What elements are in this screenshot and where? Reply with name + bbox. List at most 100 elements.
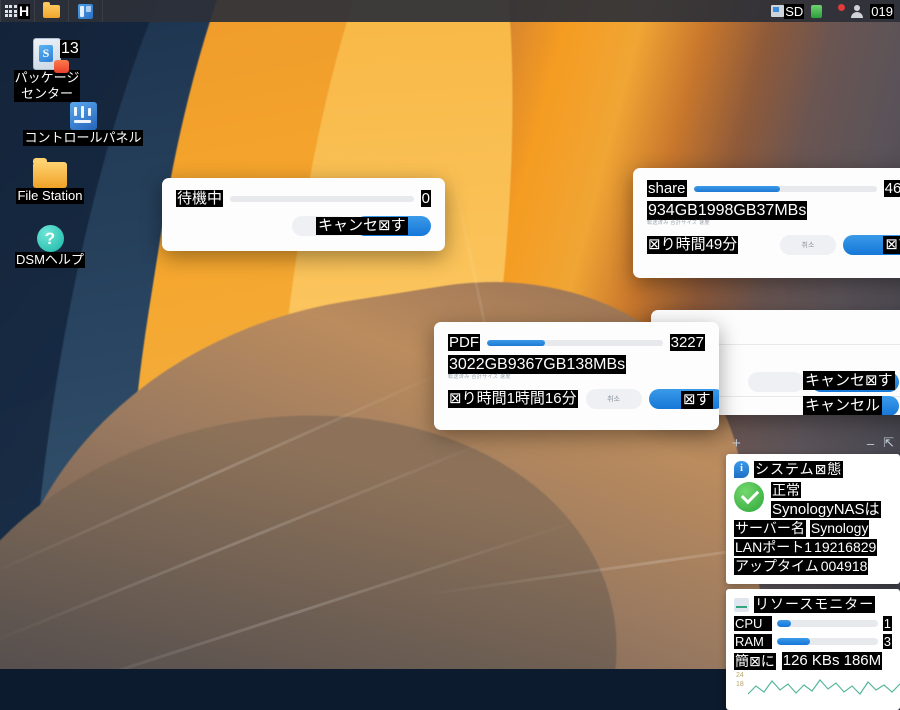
pdf-primary-label: ⊠す [681, 391, 713, 409]
folder-icon [33, 158, 67, 188]
system-health-widget[interactable]: i システム⊠態 正常 SynologyNASは サーバー名 Synology L… [726, 454, 900, 584]
main-menu-button[interactable]: H [0, 0, 35, 22]
uptime-value: 004918 [819, 558, 869, 575]
widget-panel-header: + – ⇱ [726, 432, 900, 454]
desktop-icon-package-center[interactable]: S 13 パッケージ センター [0, 38, 112, 102]
user-count-label: 019 [870, 3, 894, 19]
minimize-icon[interactable]: – [867, 436, 874, 451]
share-progress-bar [693, 185, 877, 192]
check-circle-icon [734, 482, 764, 512]
package-update-badge [54, 60, 69, 73]
pdf-progress-bar [487, 339, 663, 346]
ram-usage-bar [777, 638, 878, 645]
taskbar-menu-letter: H [17, 2, 31, 19]
taskbar-control-panel-button[interactable] [69, 0, 103, 22]
waiting-progress-bar [230, 195, 414, 202]
background-cancel-ghost-button[interactable] [748, 372, 804, 392]
network-row: 簡⊠に 126 KBs 186M [734, 652, 892, 670]
uptime-label: アップタイム [734, 558, 820, 575]
pdf-transfer-dialog[interactable]: PDF 3227 3022GB9367GB138MBs 転送済み 合計サイズ 速… [434, 322, 719, 430]
share-dialog-body: share 4677 934GB1998GB37MBs 転送済み 合計サイズ 速… [633, 168, 900, 265]
resource-monitor-widget[interactable]: リソースモニター CPU 1 RAM 3 簡⊠に 126 KBs 186M 24… [726, 589, 900, 710]
control-panel-icon [69, 102, 97, 130]
waiting-dialog-title: 待機中 [176, 190, 224, 207]
ram-label: RAM [734, 634, 772, 649]
share-remaining-time: ⊠り時間49分 [647, 236, 739, 254]
plus-icon[interactable]: + [732, 436, 741, 451]
system-health-status: 正常 [771, 482, 801, 498]
desktop-icon-label: パッケージ センター [13, 70, 81, 102]
network-sparkline-chart: 24 18 [734, 672, 900, 702]
pdf-button-row: ⊠り時間1時間16分 취소 ⊠す [448, 389, 719, 409]
pdf-cancel-button[interactable]: 취소 [585, 389, 642, 409]
desktop-icon-dsm-help[interactable]: ? DSMヘルプ [0, 225, 115, 268]
waiting-progress-value: 0 [420, 190, 431, 207]
lan-port-value: 19216829 [813, 539, 878, 556]
waiting-dialog[interactable]: 待機中 0 キャンセ⊠す [162, 178, 445, 251]
pdf-progress-value: 3227 [669, 334, 705, 351]
waiting-buttons: キャンセ⊠す [292, 216, 431, 236]
pdf-buttons: 취소 ⊠す [585, 389, 719, 409]
system-health-status-row: 正常 SynologyNASは [734, 482, 892, 519]
network-value: 126 KBs 186M [781, 652, 883, 670]
pdf-stats-wrap: 3022GB9367GB138MBs 転送済み 合計サイズ 速度 [448, 351, 705, 380]
folder-icon [43, 1, 60, 18]
cpu-value: 1 [882, 616, 892, 631]
grid-menu-icon [4, 5, 17, 17]
desktop-icon-label: コントロールパネル [23, 130, 143, 146]
pdf-remaining-time: ⊠り時間1時間16分 [448, 390, 578, 408]
waiting-progress-row: 待機中 0 [176, 190, 431, 207]
cpu-usage-bar [777, 620, 878, 627]
server-name-value: Synology [809, 520, 870, 537]
desktop-icon-control-panel[interactable]: コントロールパネル [18, 102, 148, 146]
desktop-icon-label: File Station [16, 188, 84, 204]
system-health-title: システム⊠態 [754, 461, 844, 478]
share-stats-sublabels: 転送済み 合計サイズ 速度 [647, 220, 710, 226]
sd-card-status[interactable]: SD [771, 3, 805, 19]
share-cancel-button[interactable]: 취소 [780, 235, 836, 255]
desktop-icon-label: DSMヘルプ [15, 252, 85, 268]
pin-icon[interactable]: ⇱ [883, 435, 894, 451]
pdf-progress-row: PDF 3227 [448, 334, 705, 351]
sparkline-svg [748, 679, 900, 695]
cpu-label: CPU [734, 616, 772, 631]
lan-port-label: LANポート1 [734, 539, 814, 556]
share-progress-fill [693, 185, 780, 192]
system-health-texts: 正常 SynologyNASは [771, 482, 881, 519]
pdf-stats-sublabels: 転送済み 合計サイズ 速度 [448, 374, 511, 380]
notification-bell-button[interactable] [829, 4, 846, 18]
package-badge-count: 13 [60, 40, 80, 58]
taskbar-file-station-button[interactable] [35, 0, 69, 22]
system-health-title-row: i システム⊠態 [734, 461, 892, 478]
resource-monitor-title-row: リソースモニター [734, 596, 892, 613]
waiting-button-row: キャンセ⊠す [176, 216, 431, 236]
signal-icon[interactable] [811, 4, 823, 18]
ram-value: 3 [882, 634, 892, 649]
resource-monitor-title: リソースモニター [754, 596, 876, 613]
network-label: 簡⊠に [734, 652, 776, 670]
taskbar-left-group: H [0, 0, 103, 22]
cpu-row: CPU 1 [734, 616, 892, 631]
system-health-message: SynologyNASは [771, 501, 881, 518]
pdf-stats: 3022GB9367GB138MBs [448, 355, 627, 374]
background-button-label-1: キャンセ⊠す [803, 371, 895, 390]
waiting-dialog-body: 待機中 0 キャンセ⊠す [162, 178, 445, 246]
share-dialog-title: share [647, 180, 687, 197]
ram-row: RAM 3 [734, 634, 892, 649]
pdf-progress-fill [487, 339, 545, 346]
notification-badge-dot [838, 4, 846, 11]
share-transfer-dialog[interactable]: share 4677 934GB1998GB37MBs 転送済み 合計サイズ 速… [633, 168, 900, 278]
pdf-dialog-body: PDF 3227 3022GB9367GB138MBs 転送済み 合計サイズ 速… [434, 322, 719, 419]
sd-label: SD [784, 3, 805, 19]
user-icon[interactable] [851, 4, 864, 18]
taskbar-status-group: SD 019 [771, 3, 900, 19]
widget-panel: + – ⇱ i システム⊠態 正常 SynologyNASは サーバー名 Syno… [726, 432, 900, 710]
share-stats-wrap: 934GB1998GB37MBs 転送済み 合計サイズ 速度 [647, 197, 900, 226]
info-icon: i [734, 461, 749, 478]
share-progress-value: 4677 [883, 180, 900, 197]
server-name-label: サーバー名 [734, 520, 806, 537]
desktop-icon-file-station[interactable]: File Station [0, 158, 115, 204]
share-primary-label: ⊠す [883, 236, 900, 254]
control-panel-icon [78, 3, 93, 19]
pdf-dialog-title: PDF [448, 334, 480, 351]
